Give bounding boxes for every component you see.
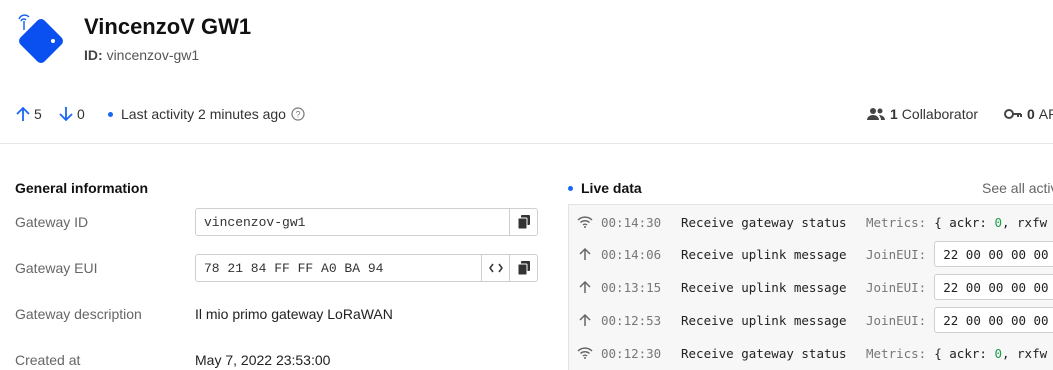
created-at-value: May 7, 2022 23:53:00 (195, 352, 331, 368)
uplink-stat[interactable]: 5 (16, 106, 42, 122)
downlink-count: 0 (77, 106, 85, 122)
last-activity: Last activity 2 minutes ago ? (108, 106, 305, 122)
key-icon (1004, 109, 1022, 119)
row-time: 00:14:30 (601, 214, 662, 230)
live-row[interactable]: 00:14:06 Receive uplink message JoinEUI:… (569, 238, 1053, 270)
row-key: JoinEUI: (866, 312, 927, 328)
live-row[interactable]: 00:12:30 Receive gateway status Metrics:… (569, 337, 1053, 369)
svg-text:?: ? (295, 110, 300, 120)
arrow-up-icon (569, 280, 601, 294)
row-time: 00:12:53 (601, 312, 662, 328)
api-keys-label: AP (1038, 106, 1053, 122)
created-at-label: Created at (15, 352, 81, 368)
gateway-eui-value[interactable]: 78 21 84 FF FF A0 BA 94 (196, 261, 481, 276)
copy-button[interactable] (509, 255, 537, 281)
general-info-title: General information (15, 180, 149, 196)
downlink-stat[interactable]: 0 (59, 106, 85, 122)
divider (0, 143, 1053, 144)
gateway-eui-label: Gateway EUI (15, 260, 98, 276)
api-keys-count: 0 (1027, 106, 1035, 122)
status-dot (108, 111, 113, 117)
join-eui-box[interactable]: 22 00 00 00 00 0 (934, 241, 1053, 267)
id-label: ID: (84, 47, 103, 63)
live-row[interactable]: 00:13:15 Receive uplink message JoinEUI:… (569, 271, 1053, 303)
row-type: Receive uplink message (681, 312, 847, 328)
wifi-icon (569, 347, 601, 359)
row-time: 00:13:15 (601, 279, 662, 295)
join-eui-box[interactable]: 22 00 00 00 00 0 (934, 274, 1053, 300)
row-key: JoinEUI: (866, 279, 927, 295)
row-type: Receive uplink message (681, 246, 847, 262)
copy-icon (517, 215, 530, 229)
collaborators-label: Collaborator (901, 106, 979, 122)
toggle-format-button[interactable] (481, 255, 509, 281)
join-eui-box[interactable]: 22 00 00 00 00 0 (934, 307, 1053, 333)
live-data-header: Live data (568, 180, 642, 196)
code-icon (488, 263, 503, 273)
page-title: VincenzoV GW1 (84, 14, 252, 39)
id-value: vincenzov-gw1 (106, 47, 200, 63)
arrow-up-icon (569, 313, 601, 327)
live-row[interactable]: 00:14:30 Receive gateway status Metrics:… (569, 206, 1053, 238)
row-time: 00:12:30 (601, 345, 662, 361)
row-key: Metrics: (866, 345, 927, 361)
help-icon[interactable]: ? (291, 107, 305, 121)
gateway-icon (12, 10, 72, 70)
row-type: Receive uplink message (681, 279, 847, 295)
gateway-id-field: vincenzov-gw1 (195, 208, 538, 236)
gateway-id-value[interactable]: vincenzov-gw1 (196, 215, 509, 230)
row-metrics: { ackr: 0, rxfw (934, 214, 1048, 230)
people-icon (867, 108, 885, 120)
arrow-up-icon (569, 247, 601, 261)
collaborators-link[interactable]: 1 Collaborator (866, 106, 978, 122)
description-label: Gateway description (15, 306, 142, 322)
row-time: 00:14:06 (601, 246, 662, 262)
arrow-up-icon (16, 106, 30, 121)
gateway-eui-field: 78 21 84 FF FF A0 BA 94 (195, 254, 538, 282)
live-row[interactable]: 00:12:53 Receive uplink message JoinEUI:… (569, 304, 1053, 336)
gateway-id-label: Gateway ID (15, 214, 89, 230)
gateway-id-line: ID: vincenzov-gw1 (84, 47, 199, 63)
copy-button[interactable] (509, 209, 537, 235)
collaborators-count: 1 (890, 106, 898, 122)
arrow-down-icon (59, 107, 73, 122)
live-data-title: Live data (581, 180, 642, 196)
description-value: Il mio primo gateway LoRaWAN (195, 306, 393, 322)
row-key: Metrics: (866, 214, 927, 230)
row-type: Receive gateway status (681, 345, 847, 361)
see-all-activity-link[interactable]: See all activ (982, 180, 1053, 196)
row-key: JoinEUI: (866, 246, 927, 262)
live-data-panel: 00:14:30 Receive gateway status Metrics:… (568, 204, 1053, 370)
row-metrics: { ackr: 0, rxfw (934, 345, 1048, 361)
api-keys-link[interactable]: 0 AP (1004, 106, 1053, 122)
live-dot (568, 185, 573, 191)
wifi-icon (569, 216, 601, 228)
row-type: Receive gateway status (681, 214, 847, 230)
copy-icon (517, 261, 530, 275)
uplink-count: 5 (34, 106, 42, 122)
last-activity-text: Last activity 2 minutes ago (121, 106, 286, 122)
